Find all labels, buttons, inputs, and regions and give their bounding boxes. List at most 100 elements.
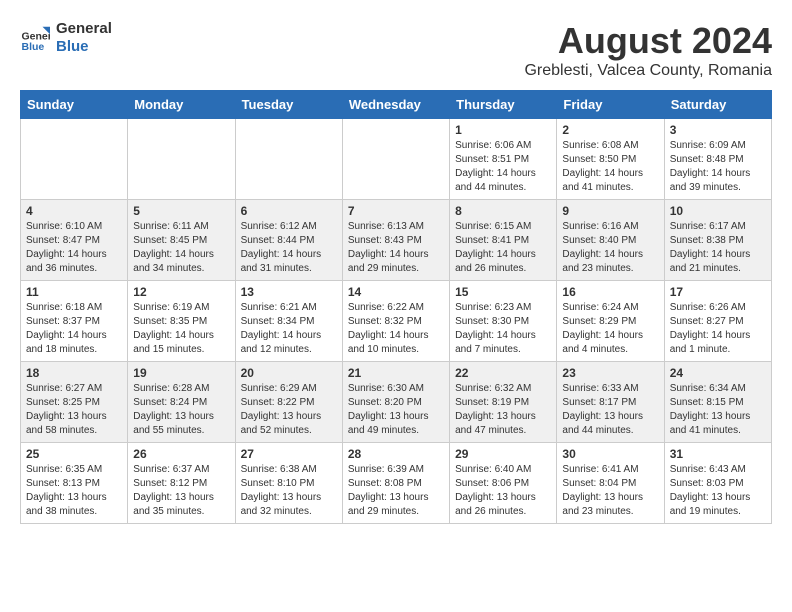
calendar-cell: 11 Sunrise: 6:18 AM Sunset: 8:37 PM Dayli…: [21, 281, 128, 362]
calendar-table: SundayMondayTuesdayWednesdayThursdayFrid…: [20, 90, 772, 524]
calendar-header-row: SundayMondayTuesdayWednesdayThursdayFrid…: [21, 91, 772, 119]
calendar-cell: 30Sunrise: 6:41 AM Sunset: 8:04 PM Dayli…: [557, 443, 664, 524]
day-number: 28: [348, 447, 444, 461]
day-content: Sunrise: 6:12 AM Sunset: 8:44 PM Dayligh…: [241, 220, 337, 276]
month-title: August 2024: [524, 20, 772, 62]
col-header-saturday: Saturday: [664, 91, 771, 119]
calendar-cell: 1 Sunrise: 6:06 AM Sunset: 8:51 PM Daylig…: [450, 119, 557, 200]
calendar-cell: 5Sunrise: 6:11 AM Sunset: 8:45 PM Daylig…: [128, 200, 235, 281]
day-number: 26: [133, 447, 229, 461]
day-content: Sunrise: 6:38 AM Sunset: 8:10 PM Dayligh…: [241, 463, 337, 519]
calendar-cell: 21Sunrise: 6:30 AM Sunset: 8:20 PM Dayli…: [342, 362, 449, 443]
calendar-cell: 6 Sunrise: 6:12 AM Sunset: 8:44 PM Daylig…: [235, 200, 342, 281]
day-content: Sunrise: 6:18 AM Sunset: 8:37 PM Dayligh…: [26, 301, 122, 357]
calendar-week-row: 4 Sunrise: 6:10 AM Sunset: 8:47 PM Daylig…: [21, 200, 772, 281]
day-content: Sunrise: 6:28 AM Sunset: 8:24 PM Dayligh…: [133, 382, 229, 438]
day-content: Sunrise: 6:15 AM Sunset: 8:41 PM Dayligh…: [455, 220, 551, 276]
calendar-cell: 9 Sunrise: 6:16 AM Sunset: 8:40 PM Daylig…: [557, 200, 664, 281]
day-content: Sunrise: 6:06 AM Sunset: 8:51 PM Dayligh…: [455, 139, 551, 195]
day-content: Sunrise: 6:37 AM Sunset: 8:12 PM Dayligh…: [133, 463, 229, 519]
day-number: 27: [241, 447, 337, 461]
day-number: 1: [455, 123, 551, 137]
logo: General Blue General Blue: [20, 20, 112, 56]
svg-text:Blue: Blue: [22, 41, 45, 53]
day-number: 11: [26, 285, 122, 299]
calendar-cell: 28 Sunrise: 6:39 AM Sunset: 8:08 PM Dayli…: [342, 443, 449, 524]
day-content: Sunrise: 6:09 AM Sunset: 8:48 PM Dayligh…: [670, 139, 766, 195]
day-content: Sunrise: 6:17 AM Sunset: 8:38 PM Dayligh…: [670, 220, 766, 276]
day-number: 22: [455, 366, 551, 380]
day-number: 8: [455, 204, 551, 218]
day-content: Sunrise: 6:13 AM Sunset: 8:43 PM Dayligh…: [348, 220, 444, 276]
calendar-body: 1 Sunrise: 6:06 AM Sunset: 8:51 PM Daylig…: [21, 119, 772, 524]
col-header-tuesday: Tuesday: [235, 91, 342, 119]
location-title: Greblesti, Valcea County, Romania: [524, 62, 772, 80]
col-header-thursday: Thursday: [450, 91, 557, 119]
day-content: Sunrise: 6:22 AM Sunset: 8:32 PM Dayligh…: [348, 301, 444, 357]
calendar-cell: 22 Sunrise: 6:32 AM Sunset: 8:19 PM Dayli…: [450, 362, 557, 443]
calendar-cell: 19 Sunrise: 6:28 AM Sunset: 8:24 PM Dayli…: [128, 362, 235, 443]
day-number: 7: [348, 204, 444, 218]
calendar-cell: 7 Sunrise: 6:13 AM Sunset: 8:43 PM Daylig…: [342, 200, 449, 281]
calendar-cell: 10Sunrise: 6:17 AM Sunset: 8:38 PM Dayli…: [664, 200, 771, 281]
day-number: 29: [455, 447, 551, 461]
day-number: 12: [133, 285, 229, 299]
calendar-cell: 13 Sunrise: 6:21 AM Sunset: 8:34 PM Dayli…: [235, 281, 342, 362]
day-number: 2: [562, 123, 658, 137]
day-number: 6: [241, 204, 337, 218]
day-number: 3: [670, 123, 766, 137]
day-content: Sunrise: 6:39 AM Sunset: 8:08 PM Dayligh…: [348, 463, 444, 519]
calendar-week-row: 11 Sunrise: 6:18 AM Sunset: 8:37 PM Dayli…: [21, 281, 772, 362]
day-number: 30: [562, 447, 658, 461]
calendar-week-row: 18 Sunrise: 6:27 AM Sunset: 8:25 PM Dayli…: [21, 362, 772, 443]
day-number: 9: [562, 204, 658, 218]
day-content: Sunrise: 6:33 AM Sunset: 8:17 PM Dayligh…: [562, 382, 658, 438]
calendar-cell: 3 Sunrise: 6:09 AM Sunset: 8:48 PM Daylig…: [664, 119, 771, 200]
day-content: Sunrise: 6:32 AM Sunset: 8:19 PM Dayligh…: [455, 382, 551, 438]
day-content: Sunrise: 6:43 AM Sunset: 8:03 PM Dayligh…: [670, 463, 766, 519]
calendar-cell: 29 Sunrise: 6:40 AM Sunset: 8:06 PM Dayli…: [450, 443, 557, 524]
title-area: August 2024 Greblesti, Valcea County, Ro…: [524, 20, 772, 80]
day-number: 4: [26, 204, 122, 218]
day-content: Sunrise: 6:16 AM Sunset: 8:40 PM Dayligh…: [562, 220, 658, 276]
calendar-cell: [342, 119, 449, 200]
day-content: Sunrise: 6:27 AM Sunset: 8:25 PM Dayligh…: [26, 382, 122, 438]
day-content: Sunrise: 6:40 AM Sunset: 8:06 PM Dayligh…: [455, 463, 551, 519]
day-content: Sunrise: 6:24 AM Sunset: 8:29 PM Dayligh…: [562, 301, 658, 357]
day-number: 14: [348, 285, 444, 299]
day-number: 18: [26, 366, 122, 380]
calendar-cell: 14 Sunrise: 6:22 AM Sunset: 8:32 PM Dayli…: [342, 281, 449, 362]
calendar-cell: 17Sunrise: 6:26 AM Sunset: 8:27 PM Dayli…: [664, 281, 771, 362]
col-header-monday: Monday: [128, 91, 235, 119]
day-content: Sunrise: 6:21 AM Sunset: 8:34 PM Dayligh…: [241, 301, 337, 357]
day-number: 21: [348, 366, 444, 380]
calendar-cell: 27 Sunrise: 6:38 AM Sunset: 8:10 PM Dayli…: [235, 443, 342, 524]
calendar-cell: 18 Sunrise: 6:27 AM Sunset: 8:25 PM Dayli…: [21, 362, 128, 443]
calendar-cell: [235, 119, 342, 200]
calendar-cell: [128, 119, 235, 200]
calendar-week-row: 1 Sunrise: 6:06 AM Sunset: 8:51 PM Daylig…: [21, 119, 772, 200]
day-content: Sunrise: 6:23 AM Sunset: 8:30 PM Dayligh…: [455, 301, 551, 357]
day-content: Sunrise: 6:35 AM Sunset: 8:13 PM Dayligh…: [26, 463, 122, 519]
day-number: 20: [241, 366, 337, 380]
day-number: 13: [241, 285, 337, 299]
day-content: Sunrise: 6:34 AM Sunset: 8:15 PM Dayligh…: [670, 382, 766, 438]
day-number: 19: [133, 366, 229, 380]
day-number: 16: [562, 285, 658, 299]
day-content: Sunrise: 6:10 AM Sunset: 8:47 PM Dayligh…: [26, 220, 122, 276]
calendar-cell: 31Sunrise: 6:43 AM Sunset: 8:03 PM Dayli…: [664, 443, 771, 524]
day-number: 5: [133, 204, 229, 218]
calendar-cell: 12 Sunrise: 6:19 AM Sunset: 8:35 PM Dayli…: [128, 281, 235, 362]
calendar-cell: 2 Sunrise: 6:08 AM Sunset: 8:50 PM Daylig…: [557, 119, 664, 200]
day-number: 24: [670, 366, 766, 380]
calendar-cell: 26 Sunrise: 6:37 AM Sunset: 8:12 PM Dayli…: [128, 443, 235, 524]
day-content: Sunrise: 6:29 AM Sunset: 8:22 PM Dayligh…: [241, 382, 337, 438]
logo-icon: General Blue: [20, 23, 50, 53]
logo-blue: Blue: [56, 38, 112, 56]
calendar-cell: 24 Sunrise: 6:34 AM Sunset: 8:15 PM Dayli…: [664, 362, 771, 443]
col-header-sunday: Sunday: [21, 91, 128, 119]
col-header-wednesday: Wednesday: [342, 91, 449, 119]
day-content: Sunrise: 6:19 AM Sunset: 8:35 PM Dayligh…: [133, 301, 229, 357]
day-number: 17: [670, 285, 766, 299]
day-content: Sunrise: 6:08 AM Sunset: 8:50 PM Dayligh…: [562, 139, 658, 195]
